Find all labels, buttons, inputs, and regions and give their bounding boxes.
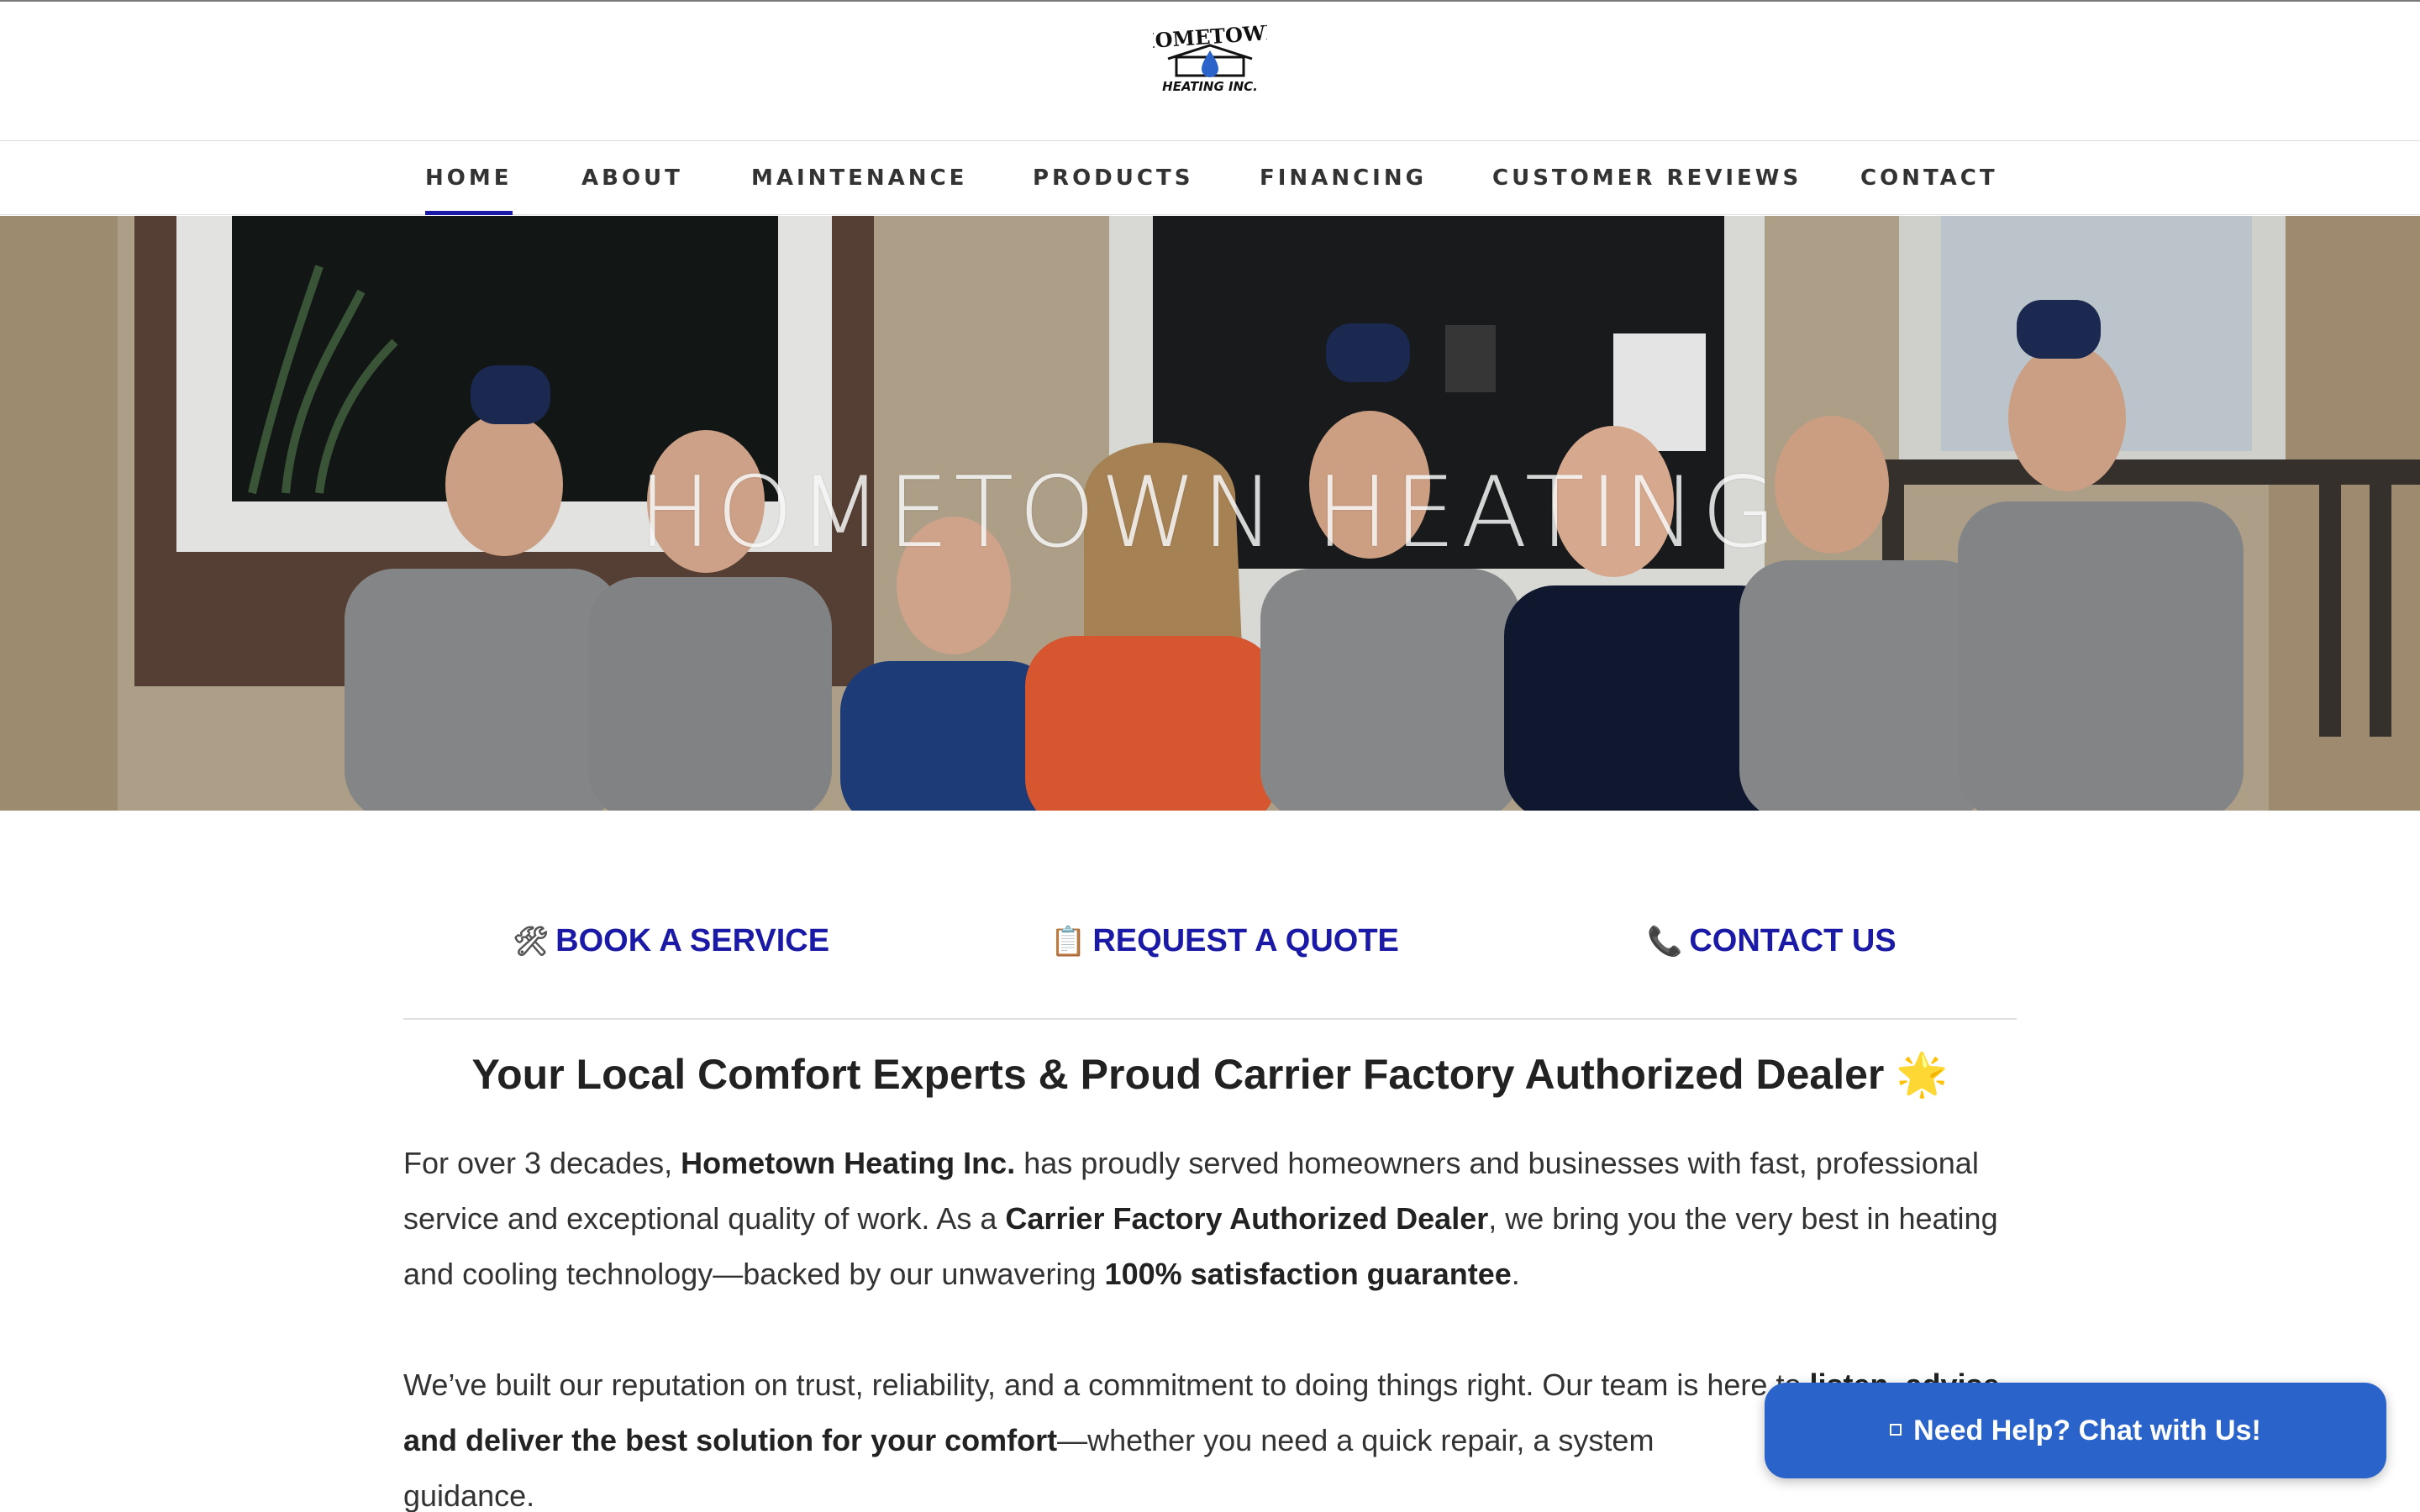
nav-products[interactable]: PRODUCTS bbox=[1033, 141, 1193, 215]
p2-text-1: We’ve built our reputation on trust, rel… bbox=[403, 1368, 1810, 1402]
svg-text:HEATING INC.: HEATING INC. bbox=[1162, 79, 1258, 94]
hero-banner: HOMETOWN HEATING bbox=[0, 216, 2420, 811]
p2-text-2: —whether you need a quick repair, a syst… bbox=[1057, 1423, 1655, 1457]
nav-financing[interactable]: FINANCING bbox=[1260, 141, 1427, 215]
p1-bold-dealer: Carrier Factory Authorized Dealer bbox=[1005, 1201, 1489, 1236]
request-quote-link[interactable]: 📋 REQUEST A QUOTE bbox=[1050, 907, 1399, 974]
nav-contact[interactable]: CONTACT bbox=[1860, 141, 1998, 215]
clipboard-icon: 📋 bbox=[1050, 926, 1086, 958]
main-navigation: HOME ABOUT MAINTENANCE PRODUCTS FINANCIN… bbox=[0, 141, 2420, 215]
contact-us-label: CONTACT US bbox=[1689, 923, 1897, 958]
book-service-label: BOOK A SERVICE bbox=[555, 923, 830, 958]
hero-title: HOMETOWN HEATING bbox=[638, 456, 1782, 570]
logo-house-drop-icon: HOMETOWN HEATING INC. bbox=[1135, 19, 1285, 94]
section-divider bbox=[403, 1018, 2017, 1020]
p1-text-4: . bbox=[1511, 1257, 1520, 1291]
intro-paragraph-1: For over 3 decades, Hometown Heating Inc… bbox=[403, 1136, 2017, 1302]
chat-help-label: Need Help? Chat with Us! bbox=[1913, 1415, 2261, 1446]
nav-home[interactable]: HOME bbox=[425, 141, 513, 215]
p1-bold-company: Hometown Heating Inc. bbox=[681, 1146, 1016, 1180]
p1-text-1: For over 3 decades, bbox=[403, 1146, 681, 1180]
chat-help-button[interactable]: Need Help? Chat with Us! bbox=[1765, 1383, 2386, 1478]
site-header: HOMETOWN HEATING INC. bbox=[0, 2, 2420, 141]
p1-bold-guarantee: 100% satisfaction guarantee bbox=[1104, 1257, 1512, 1291]
nav-customer-reviews[interactable]: CUSTOMER REVIEWS bbox=[1492, 141, 1802, 215]
book-service-link[interactable]: 🛠 BOOK A SERVICE bbox=[513, 907, 829, 974]
p2-text-3: guidance. bbox=[403, 1478, 535, 1512]
contact-us-link[interactable]: 📞 CONTACT US bbox=[1647, 907, 1897, 974]
phone-icon: 📞 bbox=[1647, 926, 1683, 958]
request-quote-label: REQUEST A QUOTE bbox=[1092, 923, 1399, 958]
hometown-heating-logo[interactable]: HOMETOWN HEATING INC. bbox=[1135, 19, 1285, 96]
intro-headline: Your Local Comfort Experts & Proud Carri… bbox=[403, 1050, 2017, 1100]
svg-text:HOMETOWN: HOMETOWN bbox=[1153, 22, 1267, 54]
nav-maintenance[interactable]: MAINTENANCE bbox=[751, 141, 967, 215]
intro-headline-text: Your Local Comfort Experts & Proud Carri… bbox=[471, 1051, 1885, 1098]
star-icon: 🌟 bbox=[1896, 1051, 1949, 1098]
tools-icon: 🛠 bbox=[513, 926, 550, 958]
cta-row: 🛠 BOOK A SERVICE 📋 REQUEST A QUOTE 📞 CONTAC… bbox=[403, 907, 2017, 974]
chat-square-icon bbox=[1890, 1424, 1902, 1436]
nav-about[interactable]: ABOUT bbox=[581, 141, 683, 215]
